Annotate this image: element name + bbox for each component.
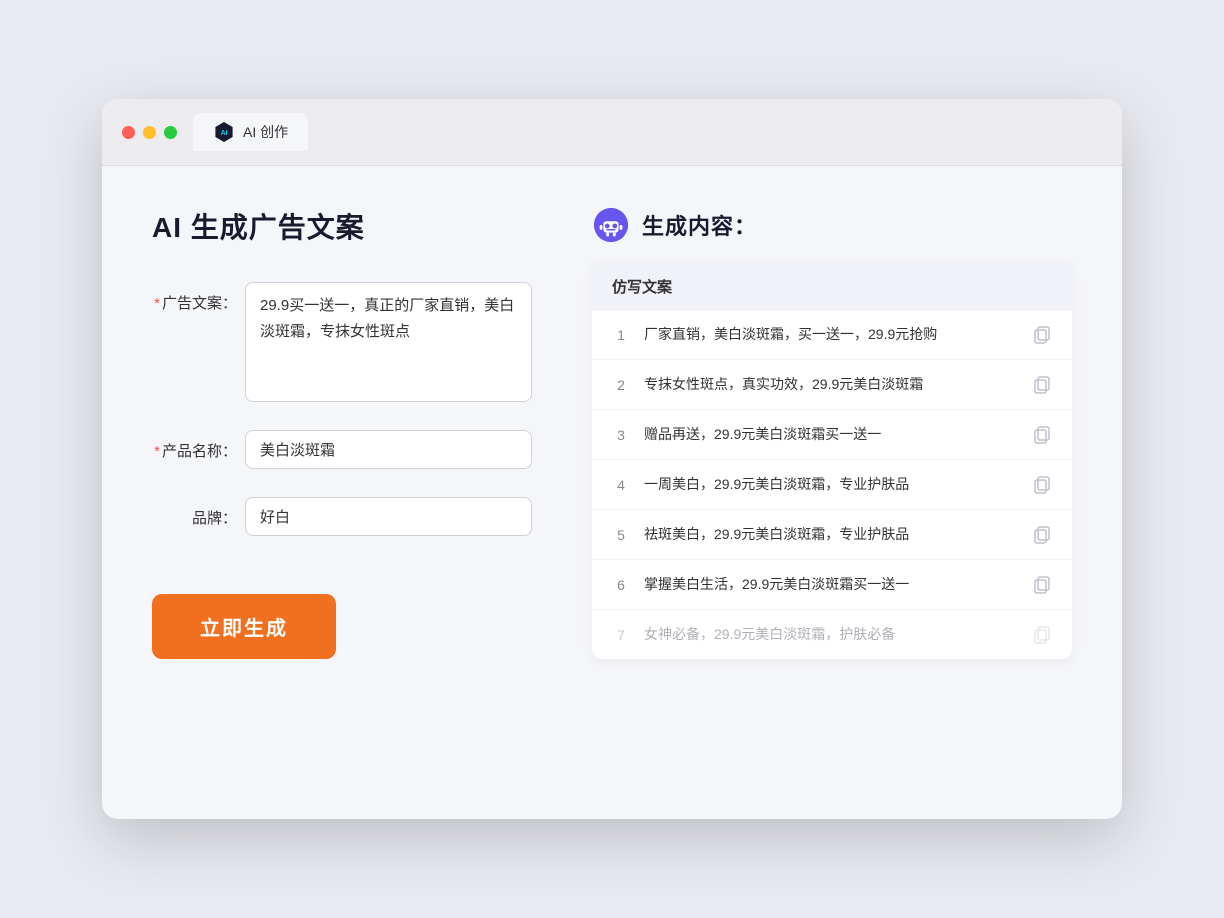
tab-ai-creation[interactable]: AI AI 创作: [193, 113, 308, 151]
row-num-6: 6: [612, 577, 630, 593]
ad-copy-label: *广告文案：: [152, 282, 237, 313]
table-row: 7 女神必备，29.9元美白淡斑霜，护肤必备: [592, 610, 1072, 659]
maximize-button[interactable]: [164, 126, 177, 139]
copy-icon-3[interactable]: [1032, 425, 1052, 445]
table-row: 3 赠品再送，29.9元美白淡斑霜买一送一: [592, 410, 1072, 460]
generate-button[interactable]: 立即生成: [152, 594, 336, 659]
product-name-label: *产品名称：: [152, 430, 237, 461]
brand-input[interactable]: [245, 497, 532, 536]
copy-icon-2[interactable]: [1032, 375, 1052, 395]
title-bar: AI AI 创作: [102, 99, 1122, 166]
copy-icon-5[interactable]: [1032, 525, 1052, 545]
left-panel: AI 生成广告文案 *广告文案： 29.9买一送一，真正的厂家直销，美白淡斑霜，…: [152, 206, 532, 766]
right-title: 生成内容：: [642, 209, 757, 241]
row-text-1: 厂家直销，美白淡斑霜，买一送一，29.9元抢购: [644, 324, 1018, 345]
row-num-5: 5: [612, 527, 630, 543]
robot-icon: [592, 206, 630, 244]
row-num-1: 1: [612, 327, 630, 343]
form-row-brand: 品牌：: [152, 497, 532, 536]
copy-icon-7[interactable]: [1032, 625, 1052, 645]
brand-label: 品牌：: [152, 497, 237, 528]
row-text-3: 赠品再送，29.9元美白淡斑霜买一送一: [644, 424, 1018, 445]
row-text-5: 祛斑美白，29.9元美白淡斑霜，专业护肤品: [644, 524, 1018, 545]
copy-icon-1[interactable]: [1032, 325, 1052, 345]
table-header: 仿写文案: [592, 264, 1072, 310]
table-row: 2 专抹女性斑点，真实功效，29.9元美白淡斑霜: [592, 360, 1072, 410]
form-row-ad-copy: *广告文案： 29.9买一送一，真正的厂家直销，美白淡斑霜，专抹女性斑点: [152, 282, 532, 402]
product-name-input[interactable]: [245, 430, 532, 469]
main-content: AI 生成广告文案 *广告文案： 29.9买一送一，真正的厂家直销，美白淡斑霜，…: [102, 166, 1122, 806]
right-header: 生成内容：: [592, 206, 1072, 244]
required-star-2: *: [154, 443, 160, 460]
traffic-lights: [122, 126, 177, 139]
ai-tab-icon: AI: [213, 121, 235, 143]
page-title: AI 生成广告文案: [152, 206, 532, 246]
ad-copy-input[interactable]: 29.9买一送一，真正的厂家直销，美白淡斑霜，专抹女性斑点: [245, 282, 532, 402]
close-button[interactable]: [122, 126, 135, 139]
row-text-4: 一周美白，29.9元美白淡斑霜，专业护肤品: [644, 474, 1018, 495]
table-row: 6 掌握美白生活，29.9元美白淡斑霜买一送一: [592, 560, 1072, 610]
row-text-6: 掌握美白生活，29.9元美白淡斑霜买一送一: [644, 574, 1018, 595]
row-num-7: 7: [612, 627, 630, 643]
copy-icon-6[interactable]: [1032, 575, 1052, 595]
row-text-7: 女神必备，29.9元美白淡斑霜，护肤必备: [644, 624, 1018, 645]
form-row-product-name: *产品名称：: [152, 430, 532, 469]
row-num-2: 2: [612, 377, 630, 393]
result-table: 仿写文案 1 厂家直销，美白淡斑霜，买一送一，29.9元抢购 2 专抹女性斑点，…: [592, 264, 1072, 659]
copy-icon-4[interactable]: [1032, 475, 1052, 495]
table-row: 1 厂家直销，美白淡斑霜，买一送一，29.9元抢购: [592, 310, 1072, 360]
minimize-button[interactable]: [143, 126, 156, 139]
table-row: 5 祛斑美白，29.9元美白淡斑霜，专业护肤品: [592, 510, 1072, 560]
row-text-2: 专抹女性斑点，真实功效，29.9元美白淡斑霜: [644, 374, 1018, 395]
svg-text:AI: AI: [221, 130, 228, 137]
right-panel: 生成内容： 仿写文案 1 厂家直销，美白淡斑霜，买一送一，29.9元抢购 2 专…: [592, 206, 1072, 766]
required-star-1: *: [154, 295, 160, 312]
browser-window: AI AI 创作 AI 生成广告文案 *广告文案： 29.9买一送一，真正的厂家…: [102, 99, 1122, 819]
row-num-4: 4: [612, 477, 630, 493]
tab-label: AI 创作: [243, 122, 288, 142]
table-row: 4 一周美白，29.9元美白淡斑霜，专业护肤品: [592, 460, 1072, 510]
row-num-3: 3: [612, 427, 630, 443]
